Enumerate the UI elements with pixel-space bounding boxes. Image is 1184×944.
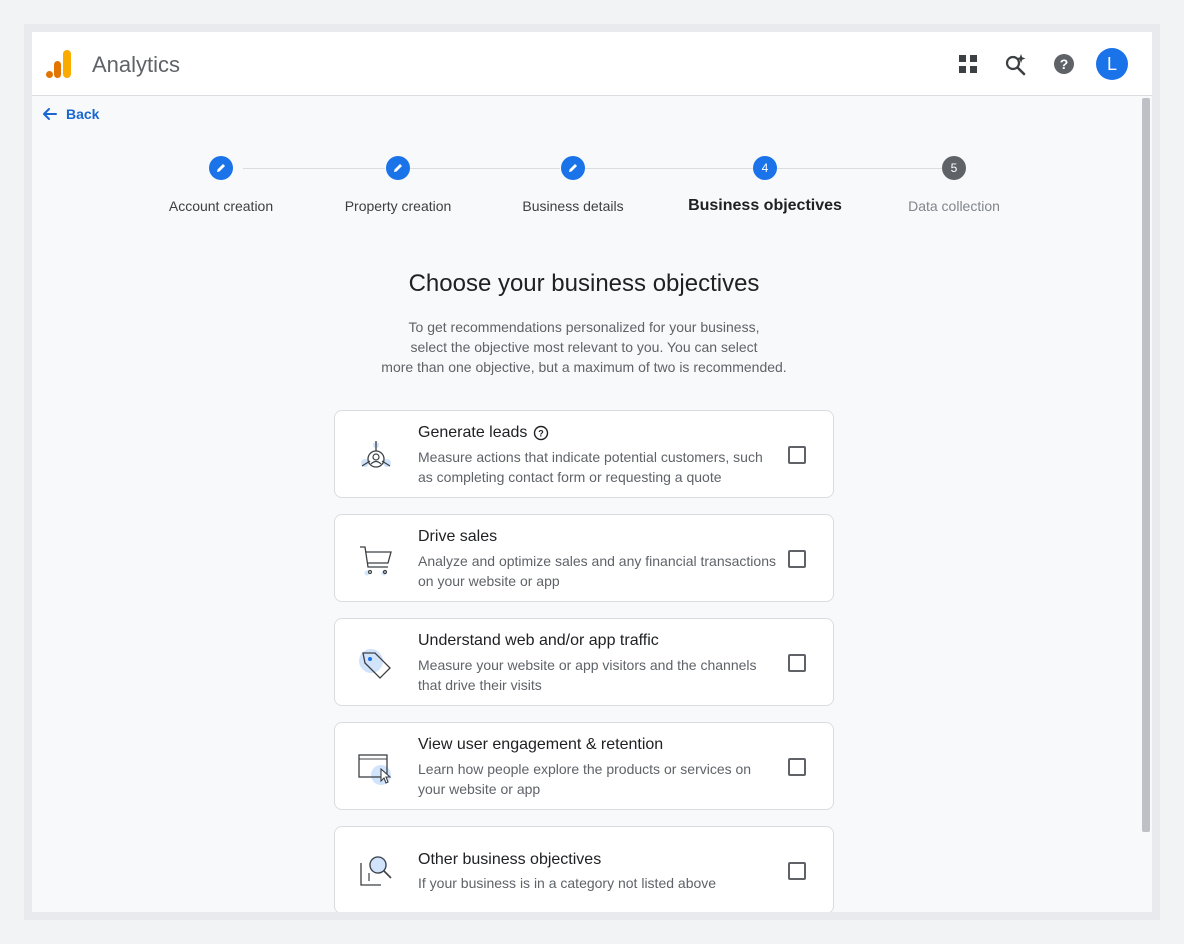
- objective-title-text: Drive sales: [418, 528, 498, 545]
- objective-title-text: Understand web and/or app traffic: [418, 632, 659, 649]
- step-connector: [409, 168, 560, 169]
- step-connector: [777, 168, 942, 169]
- description-line: To get recommendations personalized for …: [408, 319, 760, 335]
- objective-checkbox[interactable]: [788, 862, 806, 880]
- objective-checkbox[interactable]: [788, 550, 806, 568]
- objective-card-other[interactable]: Other business objectives If your busine…: [334, 826, 834, 912]
- objective-card-engagement[interactable]: View user engagement & retention Learn h…: [334, 722, 834, 810]
- objective-checkbox[interactable]: [788, 654, 806, 672]
- objective-description: Learn how people explore the products or…: [418, 761, 752, 797]
- objective-title: Understand web and/or app traffic: [418, 632, 659, 650]
- setup-stepper: 4 5 Account creation Property creation B…: [32, 32, 1132, 232]
- scrollbar-thumb[interactable]: [1142, 98, 1150, 832]
- description-line: select the objective most relevant to yo…: [410, 339, 758, 355]
- objective-description: Measure your website or app visitors and…: [418, 657, 757, 693]
- objective-title: Drive sales: [418, 528, 497, 546]
- magnifier-document-icon: [357, 853, 395, 891]
- objective-title-text: Generate leads: [418, 424, 528, 441]
- objective-title-text: Other business objectives: [418, 851, 602, 868]
- objective-title-text: View user engagement & retention: [418, 736, 664, 753]
- step-4-number: 4: [753, 156, 777, 180]
- step-3-done-pencil-icon[interactable]: [561, 156, 585, 180]
- step-label-business-details[interactable]: Business details: [522, 198, 623, 214]
- step-connector: [243, 168, 385, 169]
- objective-card-generate-leads[interactable]: Generate leads ? Measure actions that in…: [334, 410, 834, 498]
- step-label-property-creation[interactable]: Property creation: [345, 198, 452, 214]
- shopping-cart-icon: [357, 541, 395, 579]
- step-5-number: 5: [942, 156, 966, 180]
- browser-cursor-icon: [357, 749, 395, 787]
- page-title: Choose your business objectives: [408, 270, 760, 297]
- objective-description: If your business is in a category not li…: [418, 875, 717, 891]
- help-outline-icon[interactable]: ?: [533, 425, 549, 441]
- step-2-done-pencil-icon[interactable]: [386, 156, 410, 180]
- step-1-done-pencil-icon[interactable]: [209, 156, 233, 180]
- objective-title: Generate leads ?: [418, 424, 549, 442]
- objective-card-traffic[interactable]: Understand web and/or app traffic Measur…: [334, 618, 834, 706]
- svg-text:?: ?: [539, 429, 545, 439]
- step-label-data-collection: Data collection: [908, 198, 1000, 214]
- app-window: Analytics ? L Back 4 5 Account creation …: [32, 32, 1152, 912]
- description-line: more than one objective, but a maximum o…: [381, 359, 787, 375]
- objective-description: Analyze and optimize sales and any finan…: [418, 553, 776, 589]
- objective-title: Other business objectives: [418, 851, 601, 869]
- step-connector: [584, 168, 753, 169]
- objective-description: Measure actions that indicate potential …: [418, 449, 763, 485]
- objective-checkbox[interactable]: [788, 446, 806, 464]
- objective-title: View user engagement & retention: [418, 736, 663, 754]
- price-tag-icon: [357, 645, 395, 683]
- step-label-account-creation[interactable]: Account creation: [169, 198, 273, 214]
- step-label-business-objectives: Business objectives: [688, 197, 842, 214]
- leads-target-icon: [357, 437, 395, 475]
- objective-checkbox[interactable]: [788, 758, 806, 776]
- page-description: To get recommendations personalized for …: [332, 317, 836, 377]
- objective-card-drive-sales[interactable]: Drive sales Analyze and optimize sales a…: [334, 514, 834, 602]
